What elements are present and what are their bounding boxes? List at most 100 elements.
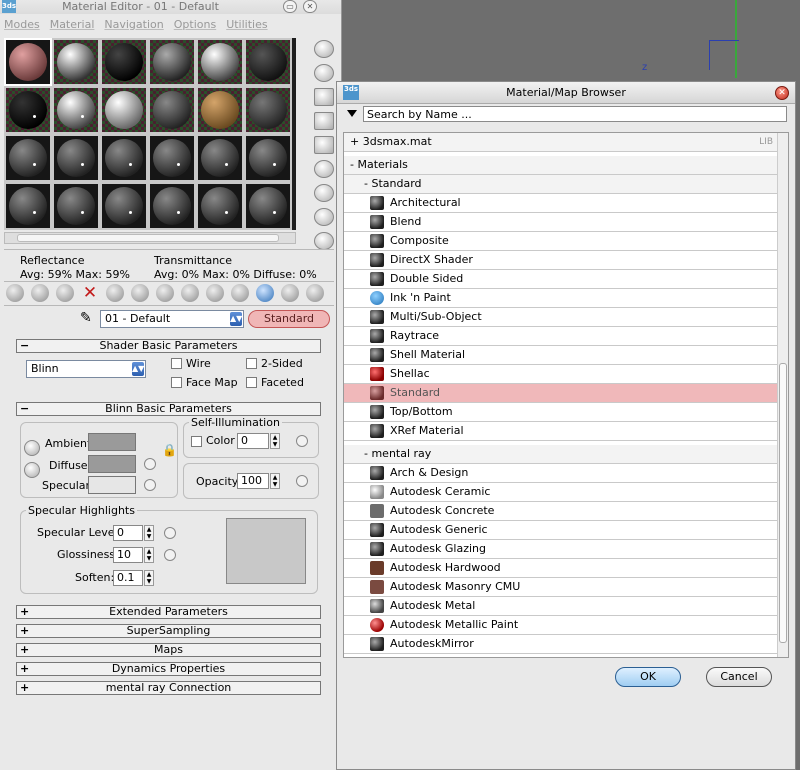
sample-slot[interactable] xyxy=(100,182,148,230)
copy-material-icon[interactable] xyxy=(106,284,124,302)
reset-map-icon[interactable]: ✕ xyxy=(81,284,99,302)
rollout-mental-ray[interactable]: + mental ray Connection xyxy=(16,681,321,695)
menu-modes[interactable]: Modes xyxy=(4,18,40,31)
sample-slot[interactable] xyxy=(196,86,244,134)
specular-color-swatch[interactable] xyxy=(88,476,136,494)
close-icon[interactable]: ✕ xyxy=(303,0,317,13)
show-end-result-icon[interactable] xyxy=(231,284,249,302)
dropdown-arrow-icon[interactable]: ▲▼ xyxy=(132,362,144,376)
sample-slot[interactable] xyxy=(148,86,196,134)
sample-slot[interactable] xyxy=(4,182,52,230)
lock-icon[interactable]: 🔒 xyxy=(162,443,177,457)
uv-tiling-icon[interactable] xyxy=(314,112,334,130)
list-scrollbar[interactable] xyxy=(777,133,788,657)
sample-slot[interactable] xyxy=(196,182,244,230)
list-item[interactable]: Blend xyxy=(344,213,779,232)
ok-button[interactable]: OK xyxy=(615,667,681,687)
sample-slot[interactable] xyxy=(100,86,148,134)
go-forward-icon[interactable] xyxy=(281,284,299,302)
sample-slot[interactable] xyxy=(148,134,196,182)
diffuse-map-button[interactable] xyxy=(144,458,156,470)
soften-spinner[interactable]: ▲ ▼ xyxy=(144,570,154,586)
background-icon[interactable] xyxy=(314,88,334,106)
eyedropper-icon[interactable]: ✎ xyxy=(80,310,92,326)
menu-utilities[interactable]: Utilities xyxy=(226,18,267,31)
diffuse-color-swatch[interactable] xyxy=(88,455,136,473)
lock-ambient-icon[interactable] xyxy=(24,440,40,456)
opacity-value-field[interactable]: 100 xyxy=(237,473,269,489)
menu-options[interactable]: Options xyxy=(174,18,216,31)
assign-to-selection-icon[interactable] xyxy=(56,284,74,302)
menu-material[interactable]: Material xyxy=(50,18,95,31)
sample-slot[interactable] xyxy=(148,182,196,230)
list-item[interactable]: Autodesk Generic xyxy=(344,521,779,540)
specular-level-field[interactable]: 0 xyxy=(113,525,143,541)
specular-map-button[interactable] xyxy=(144,479,156,491)
rollout-blinn-basic[interactable]: − Blinn Basic Parameters xyxy=(16,402,321,416)
list-item[interactable]: DirectX Shader xyxy=(344,251,779,270)
minimize-icon[interactable]: ▭ xyxy=(283,0,297,13)
list-item[interactable]: Autodesk Hardwood xyxy=(344,559,779,578)
list-item[interactable]: Shell Material xyxy=(344,346,779,365)
shader-type-dropdown[interactable]: Blinn ▲▼ xyxy=(26,360,146,378)
list-item[interactable]: Ink 'n Paint xyxy=(344,289,779,308)
material-type-button[interactable]: Standard xyxy=(248,310,330,328)
search-input[interactable] xyxy=(363,106,787,122)
sample-slot[interactable] xyxy=(148,38,196,86)
go-to-sibling-icon[interactable] xyxy=(306,284,324,302)
rollout-supersampling[interactable]: + SuperSampling xyxy=(16,624,321,638)
sample-slot[interactable] xyxy=(100,38,148,86)
sample-slot[interactable] xyxy=(244,134,292,182)
sample-slot[interactable] xyxy=(4,38,52,86)
list-item[interactable]: Autodesk Masonry CMU xyxy=(344,578,779,597)
sample-slot[interactable] xyxy=(244,38,292,86)
options-dropdown-icon[interactable] xyxy=(347,110,357,117)
specular-level-spinner[interactable]: ▲ ▼ xyxy=(144,525,154,541)
self-illum-map-button[interactable] xyxy=(296,435,308,447)
list-item[interactable]: Autodesk Metal xyxy=(344,597,779,616)
list-item[interactable]: Autodesk Metallic Paint xyxy=(344,616,779,635)
sample-slot[interactable] xyxy=(52,134,100,182)
glossiness-field[interactable]: 10 xyxy=(113,547,143,563)
materials-header[interactable]: - Materials xyxy=(344,156,779,175)
list-item[interactable]: XRef Material xyxy=(344,422,779,441)
scrollbar-thumb[interactable] xyxy=(17,234,279,242)
ambient-color-swatch[interactable] xyxy=(88,433,136,451)
show-map-icon[interactable] xyxy=(206,284,224,302)
rollout-extended-parameters[interactable]: + Extended Parameters xyxy=(16,605,321,619)
sample-slot[interactable] xyxy=(4,134,52,182)
standard-group-header[interactable]: - Standard xyxy=(344,175,779,194)
material-name-field[interactable]: 01 - Default ▲▼ xyxy=(100,310,244,328)
slots-scrollbar[interactable] xyxy=(4,232,296,244)
rollout-shader-basic[interactable]: − Shader Basic Parameters xyxy=(16,339,321,353)
two-sided-checkbox[interactable] xyxy=(246,358,257,369)
sample-slot[interactable] xyxy=(244,182,292,230)
list-item[interactable]: Shellac xyxy=(344,365,779,384)
sample-slot[interactable] xyxy=(4,86,52,134)
backlight-icon[interactable] xyxy=(314,64,334,82)
sample-slot[interactable] xyxy=(52,38,100,86)
self-illum-value-field[interactable]: 0 xyxy=(237,433,269,449)
mental-ray-group-header[interactable]: - mental ray xyxy=(344,445,779,464)
scrollbar-thumb[interactable] xyxy=(779,363,787,643)
soften-field[interactable]: 0.1 xyxy=(113,570,143,586)
list-item[interactable]: Architectural xyxy=(344,194,779,213)
library-header[interactable]: + 3dsmax.mat LIB xyxy=(344,133,779,152)
self-illum-color-checkbox[interactable] xyxy=(191,436,202,447)
list-item[interactable]: Autodesk Concrete xyxy=(344,502,779,521)
list-item[interactable]: Standard xyxy=(344,384,779,403)
glossiness-map-button[interactable] xyxy=(164,549,176,561)
faceted-checkbox[interactable] xyxy=(246,377,257,388)
menu-navigation[interactable]: Navigation xyxy=(104,18,163,31)
list-item[interactable]: Double Sided xyxy=(344,270,779,289)
list-item[interactable]: Raytrace xyxy=(344,327,779,346)
sample-slot[interactable] xyxy=(52,182,100,230)
list-item[interactable]: Top/Bottom xyxy=(344,403,779,422)
make-preview-icon[interactable] xyxy=(314,160,334,178)
list-item[interactable]: AutodeskMirror xyxy=(344,635,779,654)
material-navigator-icon[interactable] xyxy=(314,232,334,250)
opacity-spinner[interactable]: ▲ ▼ xyxy=(270,473,280,489)
select-by-material-icon[interactable] xyxy=(314,208,334,226)
close-icon[interactable]: ✕ xyxy=(775,86,789,100)
list-item[interactable]: Autodesk Ceramic xyxy=(344,483,779,502)
